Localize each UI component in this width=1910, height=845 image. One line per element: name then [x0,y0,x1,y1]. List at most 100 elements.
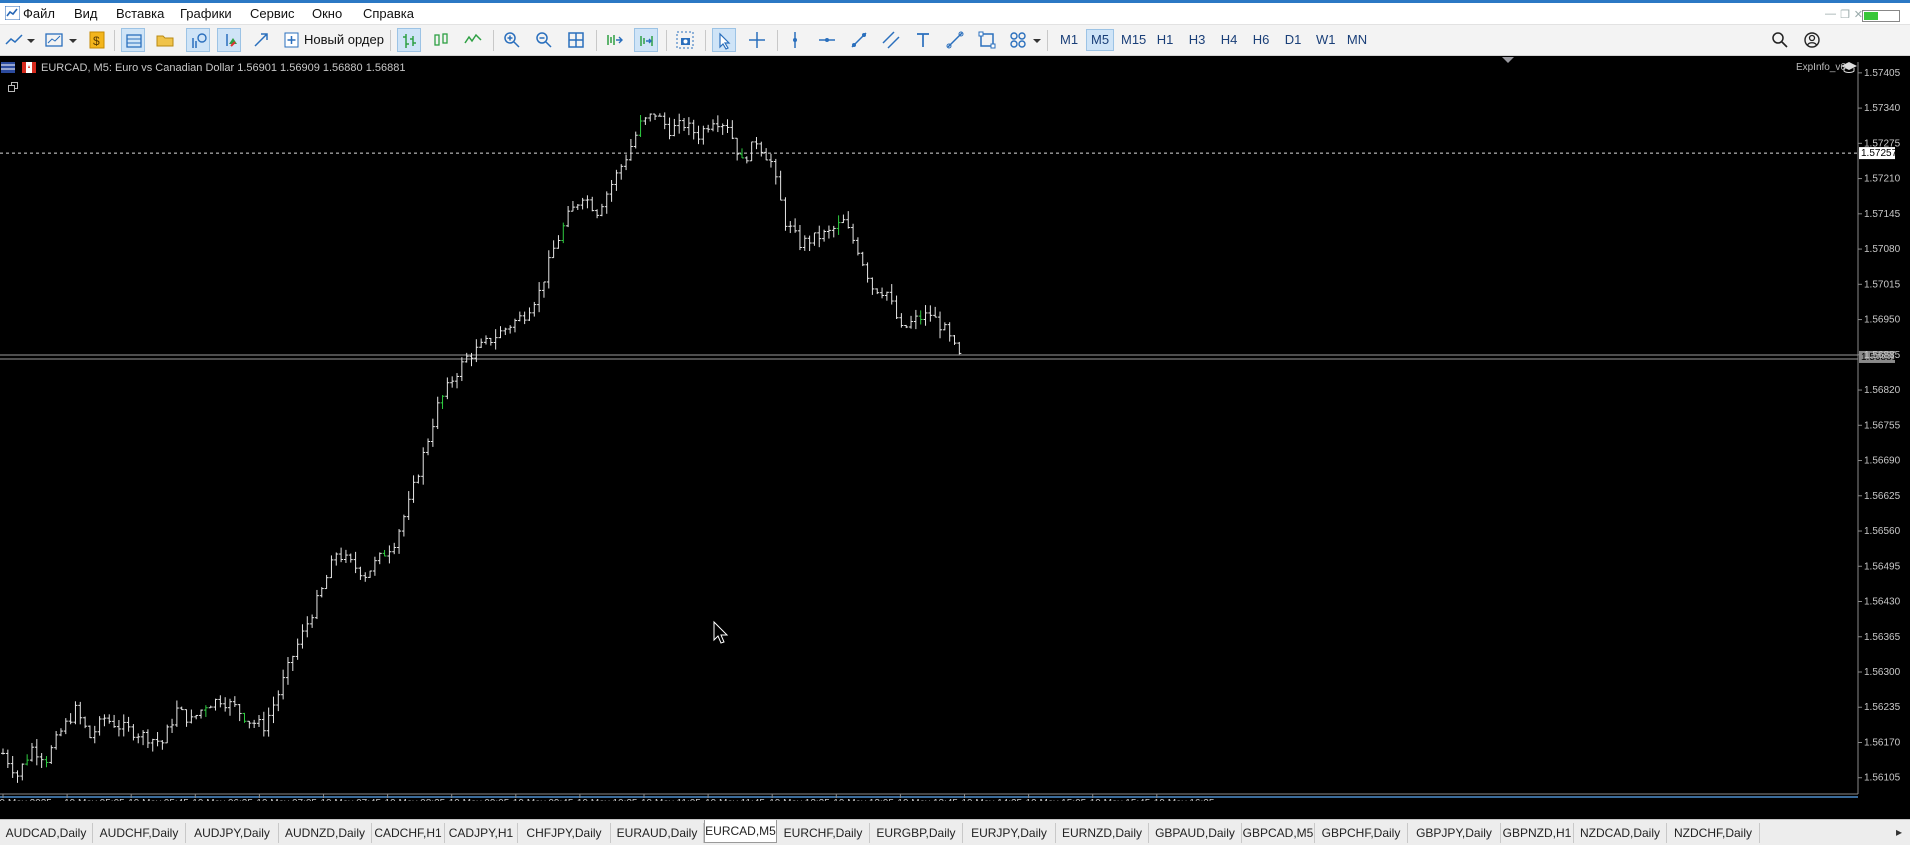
price-tick-label: 1.56885 [1864,350,1901,361]
timeframe-m1[interactable]: M1 [1056,29,1082,51]
menu-window[interactable]: Окно [312,6,342,21]
chevron-down-icon[interactable] [1030,28,1042,52]
battery-icon [1862,10,1900,22]
indicator-label: ExpInfo_v6 [1795,62,1846,73]
chart-tab[interactable]: NZDCHF,Daily [1667,823,1760,843]
line-price-label: 1.57257 [1861,148,1898,159]
autoscroll-icon[interactable] [634,28,658,52]
timeframe-d1[interactable]: D1 [1280,29,1306,51]
text-tool-icon[interactable] [911,28,935,52]
restore-icon[interactable]: ❐ [1840,8,1850,21]
fibo-icon[interactable] [943,28,967,52]
chart-tab[interactable]: EURGBP,Daily [870,823,963,843]
market-watch-icon[interactable] [121,28,145,52]
vertical-line-icon[interactable] [783,28,807,52]
minimize-icon[interactable]: — [1825,8,1836,20]
chevron-down-icon[interactable] [66,28,78,52]
price-chart[interactable]: 1.572571.56881 1.574051.573401.572751.57… [0,56,1910,801]
flag-icon [1,62,15,73]
app-logo-icon [5,6,20,20]
chart-tab[interactable]: GBPAUD,Daily [1149,823,1242,843]
timeframe-m5[interactable]: M5 [1086,29,1114,51]
magnifier-chart-icon[interactable] [186,28,210,52]
price-tick-label: 1.56625 [1864,491,1901,502]
chart-shift-marker[interactable] [1502,57,1514,63]
cursor-icon[interactable] [712,28,736,52]
new-order-icon[interactable] [281,28,301,52]
chart-tab[interactable]: EURJPY,Daily [963,823,1056,843]
folder-icon[interactable] [153,28,177,52]
candlestick-icon[interactable] [429,28,453,52]
trendline-icon[interactable] [847,28,871,52]
line-chart-icon[interactable] [2,28,26,52]
menu-help[interactable]: Справка [363,6,414,21]
zoom-out-icon[interactable] [532,28,556,52]
chart-tab[interactable]: AUDNZD,Daily [279,823,372,843]
price-tick-label: 1.56690 [1864,456,1901,467]
restore-chart-icon[interactable] [8,82,18,92]
expand-icon[interactable] [249,28,273,52]
time-tick-label: 19 May 11:05 [641,798,701,801]
chart-tab[interactable]: EURCHF,Daily [777,823,870,843]
chart-tab[interactable]: NZDCAD,Daily [1574,823,1667,843]
chart-tab[interactable]: AUDCHF,Daily [93,823,186,843]
shapes-icon[interactable] [975,28,999,52]
chart-tab[interactable]: GBPJPY,Daily [1408,823,1501,843]
timeframe-h1[interactable]: H1 [1152,29,1178,51]
horizontal-line-icon[interactable] [815,28,839,52]
chevron-down-icon[interactable] [24,28,36,52]
menu-view[interactable]: Вид [74,6,98,21]
chart-window-icon[interactable] [42,28,66,52]
chart-tab[interactable]: GBPCAD,M5 [1242,823,1315,843]
timeframe-mn[interactable]: MN [1342,29,1372,51]
time-tick-label: 19 May 13:05 [833,798,894,801]
objects-icon[interactable] [1006,28,1030,52]
tile-windows-icon[interactable] [564,28,588,52]
trade-signals-icon[interactable] [217,28,241,52]
account-icon[interactable] [1800,28,1824,52]
chart-window[interactable]: 1.57257 1.56881 1.57405 1.57340 1.57275 1.57… [0,56,1910,801]
new-order-button[interactable]: Новый ордер [304,29,384,51]
chart-tabs-bar: AUDCAD,Daily AUDCHF,Daily AUDJPY,Daily AUDN… [0,819,1910,845]
timeframe-w1[interactable]: W1 [1312,29,1339,51]
timeframe-h6[interactable]: H6 [1248,29,1274,51]
bar-chart-icon[interactable] [397,28,421,52]
timeframe-h3[interactable]: H3 [1184,29,1210,51]
tabs-scroll-right-icon[interactable]: ▸ [1896,825,1902,839]
price-tick-label: 1.56105 [1864,773,1901,784]
chart-shift-icon[interactable] [602,28,626,52]
screenshot-icon[interactable] [673,28,697,52]
timeframe-m15[interactable]: M15 [1117,29,1149,51]
chart-tab[interactable]: EURNZD,Daily [1056,823,1149,843]
menu-file[interactable]: Файл [23,6,55,21]
chart-tab[interactable]: AUDJPY,Daily [186,823,279,843]
chart-tab[interactable]: CADJPY,H1 [445,823,518,843]
chart-tab[interactable]: AUDCAD,Daily [0,823,93,843]
price-tick-label: 1.56170 [1864,737,1901,748]
crosshair-icon[interactable] [745,28,769,52]
price-tick-label: 1.57340 [1864,103,1901,114]
line-icon[interactable] [461,28,485,52]
time-tick-label: 19 May 09:05 [449,798,510,801]
chart-tab[interactable]: GBPCHF,Daily [1315,823,1408,843]
mouse-cursor-icon [713,620,729,644]
svg-text:$: $ [93,34,100,48]
channel-icon[interactable] [879,28,903,52]
dollar-icon[interactable]: $ [85,28,109,52]
time-tick-label: 19 May 15:45 [1090,798,1151,801]
time-tick-label: 19 May 09:45 [513,798,574,801]
search-icon[interactable] [1768,28,1792,52]
menu-charts[interactable]: Графики [180,6,232,21]
zoom-in-icon[interactable] [500,28,524,52]
timeframe-h4[interactable]: H4 [1216,29,1242,51]
menu-insert[interactable]: Вставка [116,6,164,21]
price-tick-label: 1.56560 [1864,526,1901,537]
menu-tools[interactable]: Сервис [250,6,295,21]
price-tick-label: 1.56300 [1864,667,1901,678]
chart-tab[interactable]: EURCAD,M5 [704,820,777,843]
chart-tab[interactable]: CADCHF,H1 [372,823,445,843]
chart-tab[interactable]: EURAUD,Daily [611,823,704,843]
chart-tab[interactable]: CHFJPY,Daily [518,823,611,843]
chart-tab[interactable]: GBPNZD,H1 [1501,823,1574,843]
time-tick-label: 19 May 12:25 [769,798,830,801]
